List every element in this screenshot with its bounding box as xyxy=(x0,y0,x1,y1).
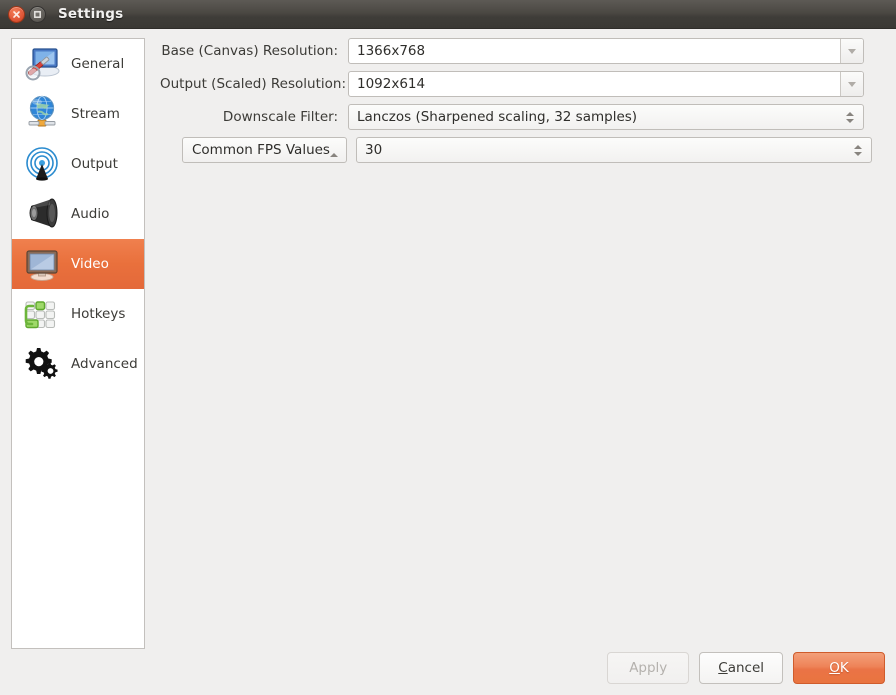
cancel-button-rest: ancel xyxy=(727,660,764,676)
cancel-button[interactable]: Cancel xyxy=(699,652,783,684)
sidebar-item-audio[interactable]: Audio xyxy=(12,189,144,239)
general-icon xyxy=(19,41,65,87)
output-resolution-combobox[interactable]: 1092x614 xyxy=(348,71,864,97)
apply-button[interactable]: Apply xyxy=(607,652,690,684)
chevron-down-icon[interactable] xyxy=(840,72,863,96)
base-resolution-label: Base (Canvas) Resolution: xyxy=(161,43,338,59)
audio-icon xyxy=(19,191,65,237)
sidebar-item-label: Stream xyxy=(71,106,120,122)
sidebar-item-video[interactable]: Video xyxy=(12,239,144,289)
sidebar-item-label: Audio xyxy=(71,206,110,222)
spinner-arrows-icon[interactable] xyxy=(330,138,346,162)
sidebar-item-label: Output xyxy=(71,156,118,172)
fps-row: Common FPS Values 30 xyxy=(160,137,885,163)
output-icon xyxy=(19,141,65,187)
close-icon[interactable] xyxy=(8,5,25,23)
stream-icon xyxy=(19,91,65,137)
sidebar-item-hotkeys[interactable]: Hotkeys xyxy=(12,289,144,339)
downscale-filter-value: Lanczos (Sharpened scaling, 32 samples) xyxy=(357,109,638,125)
downscale-filter-spinbox[interactable]: Lanczos (Sharpened scaling, 32 samples) xyxy=(348,104,864,130)
sidebar-item-stream[interactable]: Stream xyxy=(12,89,144,139)
ok-button[interactable]: OK xyxy=(793,652,885,684)
video-settings-form: Base (Canvas) Resolution: 1366x768 Outpu… xyxy=(160,38,885,170)
apply-button-label: Apply xyxy=(629,660,668,676)
sidebar-item-general[interactable]: General xyxy=(12,39,144,89)
sidebar-item-label: Hotkeys xyxy=(71,306,126,322)
output-resolution-label: Output (Scaled) Resolution: xyxy=(160,76,346,92)
fps-mode-value: Common FPS Values xyxy=(192,142,330,158)
fps-mode-spinbox[interactable]: Common FPS Values xyxy=(182,137,347,163)
sidebar-item-label: Advanced xyxy=(71,356,138,372)
fps-value-spinbox[interactable]: 30 xyxy=(356,137,872,163)
hotkeys-icon xyxy=(19,291,65,337)
maximize-icon[interactable] xyxy=(29,5,46,23)
base-resolution-row: Base (Canvas) Resolution: 1366x768 xyxy=(160,38,885,64)
chevron-down-icon[interactable] xyxy=(840,39,863,63)
settings-category-list[interactable]: General Stream Output Audio Video Hotkey… xyxy=(11,38,145,649)
window-body: General Stream Output Audio Video Hotkey… xyxy=(0,29,896,695)
sidebar-item-advanced[interactable]: Advanced xyxy=(12,339,144,389)
ok-button-rest: K xyxy=(839,660,849,676)
cancel-button-label: Cancel xyxy=(718,660,764,676)
base-resolution-value: 1366x768 xyxy=(357,43,426,59)
ok-button-label: OK xyxy=(829,660,849,676)
spinner-arrows-icon[interactable] xyxy=(841,105,863,129)
advanced-icon xyxy=(19,341,65,387)
output-resolution-row: Output (Scaled) Resolution: 1092x614 xyxy=(160,71,885,97)
spinner-arrows-icon[interactable] xyxy=(849,138,871,162)
video-icon xyxy=(19,241,65,287)
title-bar: Settings xyxy=(0,0,896,29)
sidebar-item-output[interactable]: Output xyxy=(12,139,144,189)
sidebar-item-label: Video xyxy=(71,256,109,272)
window-title: Settings xyxy=(58,6,124,22)
sidebar-item-label: General xyxy=(71,56,125,72)
downscale-filter-label: Downscale Filter: xyxy=(222,109,338,125)
base-resolution-combobox[interactable]: 1366x768 xyxy=(348,38,864,64)
fps-value: 30 xyxy=(365,142,383,158)
window-controls xyxy=(8,5,46,23)
dialog-button-bar: Apply Cancel OK xyxy=(607,652,885,684)
output-resolution-value: 1092x614 xyxy=(357,76,426,92)
downscale-filter-row: Downscale Filter: Lanczos (Sharpened sca… xyxy=(160,104,885,130)
